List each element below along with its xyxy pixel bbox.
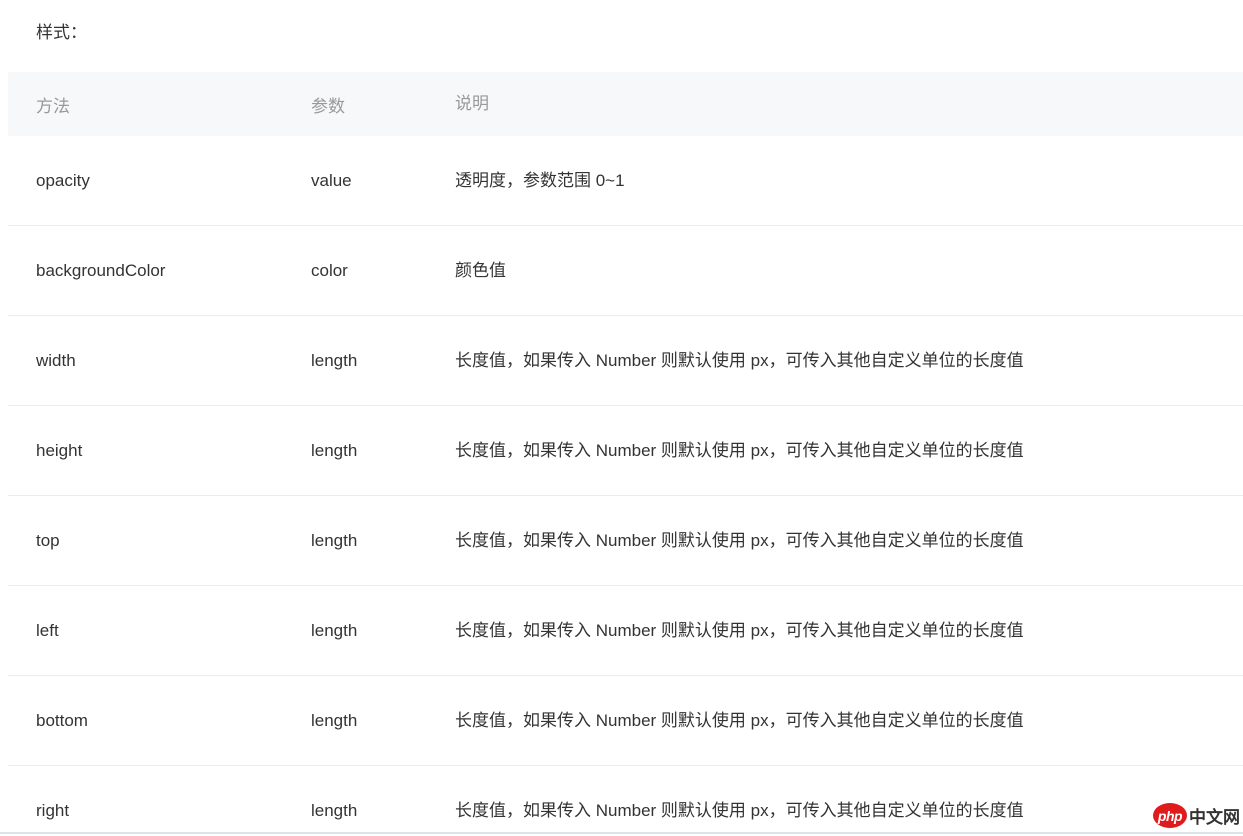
param-cell: length — [311, 531, 455, 551]
table-row: right length 长度值，如果传入 Number 则默认使用 px，可传… — [8, 766, 1243, 836]
table-row: width length 长度值，如果传入 Number 则默认使用 px，可传… — [8, 316, 1243, 406]
bottom-divider — [0, 832, 1243, 834]
description-cell: 透明度，参数范围 0~1 — [455, 168, 1243, 194]
table-header-row: 方法 参数 说明 — [8, 72, 1243, 136]
description-cell: 长度值，如果传入 Number 则默认使用 px，可传入其他自定义单位的长度值 — [455, 618, 1243, 644]
column-header-method: 方法 — [8, 92, 311, 117]
description-cell: 长度值，如果传入 Number 则默认使用 px，可传入其他自定义单位的长度值 — [455, 348, 1243, 374]
method-cell: width — [8, 351, 311, 371]
php-logo-icon: php — [1153, 803, 1187, 828]
param-cell: length — [311, 621, 455, 641]
param-cell: length — [311, 351, 455, 371]
description-cell: 长度值，如果传入 Number 则默认使用 px，可传入其他自定义单位的长度值 — [455, 708, 1243, 734]
param-cell: color — [311, 261, 455, 281]
column-header-description: 说明 — [455, 91, 1243, 117]
method-cell: height — [8, 441, 311, 461]
param-cell: length — [311, 441, 455, 461]
description-cell: 长度值，如果传入 Number 则默认使用 px，可传入其他自定义单位的长度值 — [455, 528, 1243, 554]
table-row: left length 长度值，如果传入 Number 则默认使用 px，可传入… — [8, 586, 1243, 676]
method-cell: top — [8, 531, 311, 551]
php-logo-label: 中文网 — [1189, 803, 1240, 828]
table-row: opacity value 透明度，参数范围 0~1 — [8, 136, 1243, 226]
param-cell: length — [311, 711, 455, 731]
column-header-param: 参数 — [311, 92, 455, 117]
method-cell: opacity — [8, 171, 311, 191]
description-cell: 颜色值 — [455, 258, 1243, 284]
styles-table: 方法 参数 说明 opacity value 透明度，参数范围 0~1 back… — [8, 72, 1243, 836]
method-cell: right — [8, 801, 311, 821]
table-row: top length 长度值，如果传入 Number 则默认使用 px，可传入其… — [8, 496, 1243, 586]
description-cell: 长度值，如果传入 Number 则默认使用 px，可传入其他自定义单位的长度值 — [455, 798, 1243, 824]
method-cell: left — [8, 621, 311, 641]
description-cell: 长度值，如果传入 Number 则默认使用 px，可传入其他自定义单位的长度值 — [455, 438, 1243, 464]
php-cn-logo: php 中文网 — [1153, 803, 1240, 828]
page-title: 样式： — [0, 0, 1243, 45]
table-row: height length 长度值，如果传入 Number 则默认使用 px，可… — [8, 406, 1243, 496]
method-cell: bottom — [8, 711, 311, 731]
param-cell: length — [311, 801, 455, 821]
table-row: bottom length 长度值，如果传入 Number 则默认使用 px，可… — [8, 676, 1243, 766]
method-cell: backgroundColor — [8, 261, 311, 281]
param-cell: value — [311, 171, 455, 191]
table-row: backgroundColor color 颜色值 — [8, 226, 1243, 316]
